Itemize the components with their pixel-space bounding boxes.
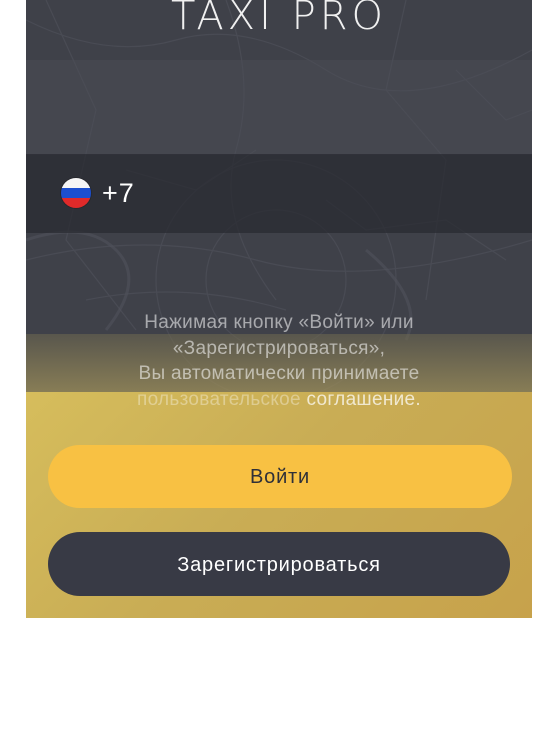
login-screen: TAXI PRO +7 Нажимая кнопку «Войти» или «…	[26, 0, 532, 618]
user-agreement-link-part2[interactable]: соглашение.	[306, 389, 421, 410]
russia-flag-icon[interactable]	[61, 178, 91, 208]
logo-text: TAXI PRO	[170, 0, 387, 39]
user-agreement-link-part1[interactable]: пользовательское	[137, 389, 301, 410]
login-button[interactable]: Войти	[48, 445, 512, 508]
register-button[interactable]: Зарегистрироваться	[48, 532, 510, 596]
agreement-line-4: пользовательское соглашение.	[26, 387, 532, 413]
agreement-text: Нажимая кнопку «Войти» или «Зарегистриро…	[26, 310, 532, 412]
phone-input-row[interactable]: +7	[26, 154, 532, 233]
agreement-line-3: Вы автоматически принимаете	[138, 363, 420, 384]
country-code: +7	[102, 178, 135, 208]
app-logo: TAXI PRO	[26, 0, 532, 44]
agreement-line-1: Нажимая кнопку «Войти» или	[144, 312, 414, 333]
agreement-line-2: «Зарегистрироваться»,	[172, 337, 386, 359]
